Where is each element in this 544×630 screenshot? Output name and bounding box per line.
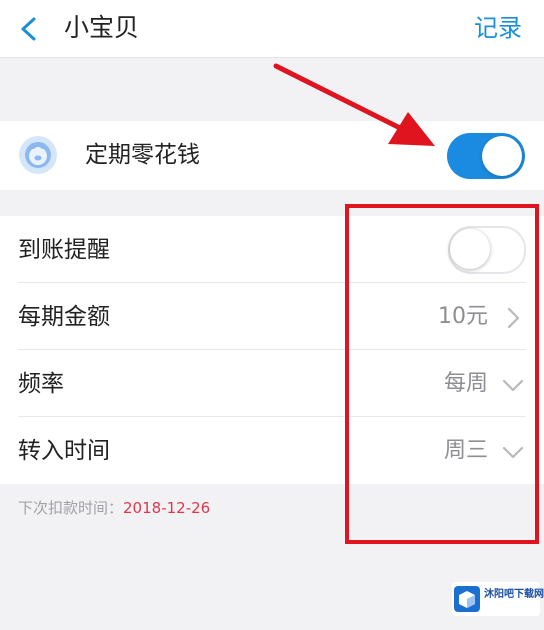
annotation-box bbox=[345, 204, 539, 544]
next-debit-date: 2018-12-26 bbox=[123, 499, 211, 517]
amount-label: 每期金额 bbox=[18, 304, 110, 330]
watermark-logo bbox=[454, 586, 480, 612]
frequency-label: 频率 bbox=[18, 371, 64, 397]
reminder-label: 到账提醒 bbox=[18, 237, 110, 263]
page-title: 小宝贝 bbox=[64, 13, 140, 42]
piggy-bank-icon bbox=[19, 136, 57, 174]
next-debit-label: 下次扣款时间： bbox=[18, 499, 124, 517]
next-debit-info: 下次扣款时间：2018-12-26 bbox=[18, 497, 210, 519]
allowance-label: 定期零花钱 bbox=[85, 142, 200, 168]
watermark-text: 沐阳吧下载网 bbox=[484, 589, 544, 600]
watermark: 沐阳吧下载网 bbox=[452, 582, 544, 616]
record-button[interactable]: 记录 bbox=[474, 12, 522, 44]
chevron-left-icon[interactable] bbox=[14, 14, 44, 44]
box-icon bbox=[459, 591, 475, 608]
transfer-time-label: 转入时间 bbox=[18, 438, 110, 464]
allowance-toggle[interactable] bbox=[447, 133, 525, 179]
annotation-arrow bbox=[273, 63, 435, 146]
toggle-knob bbox=[482, 136, 522, 176]
header-bar: 小宝贝 记录 bbox=[0, 0, 544, 58]
